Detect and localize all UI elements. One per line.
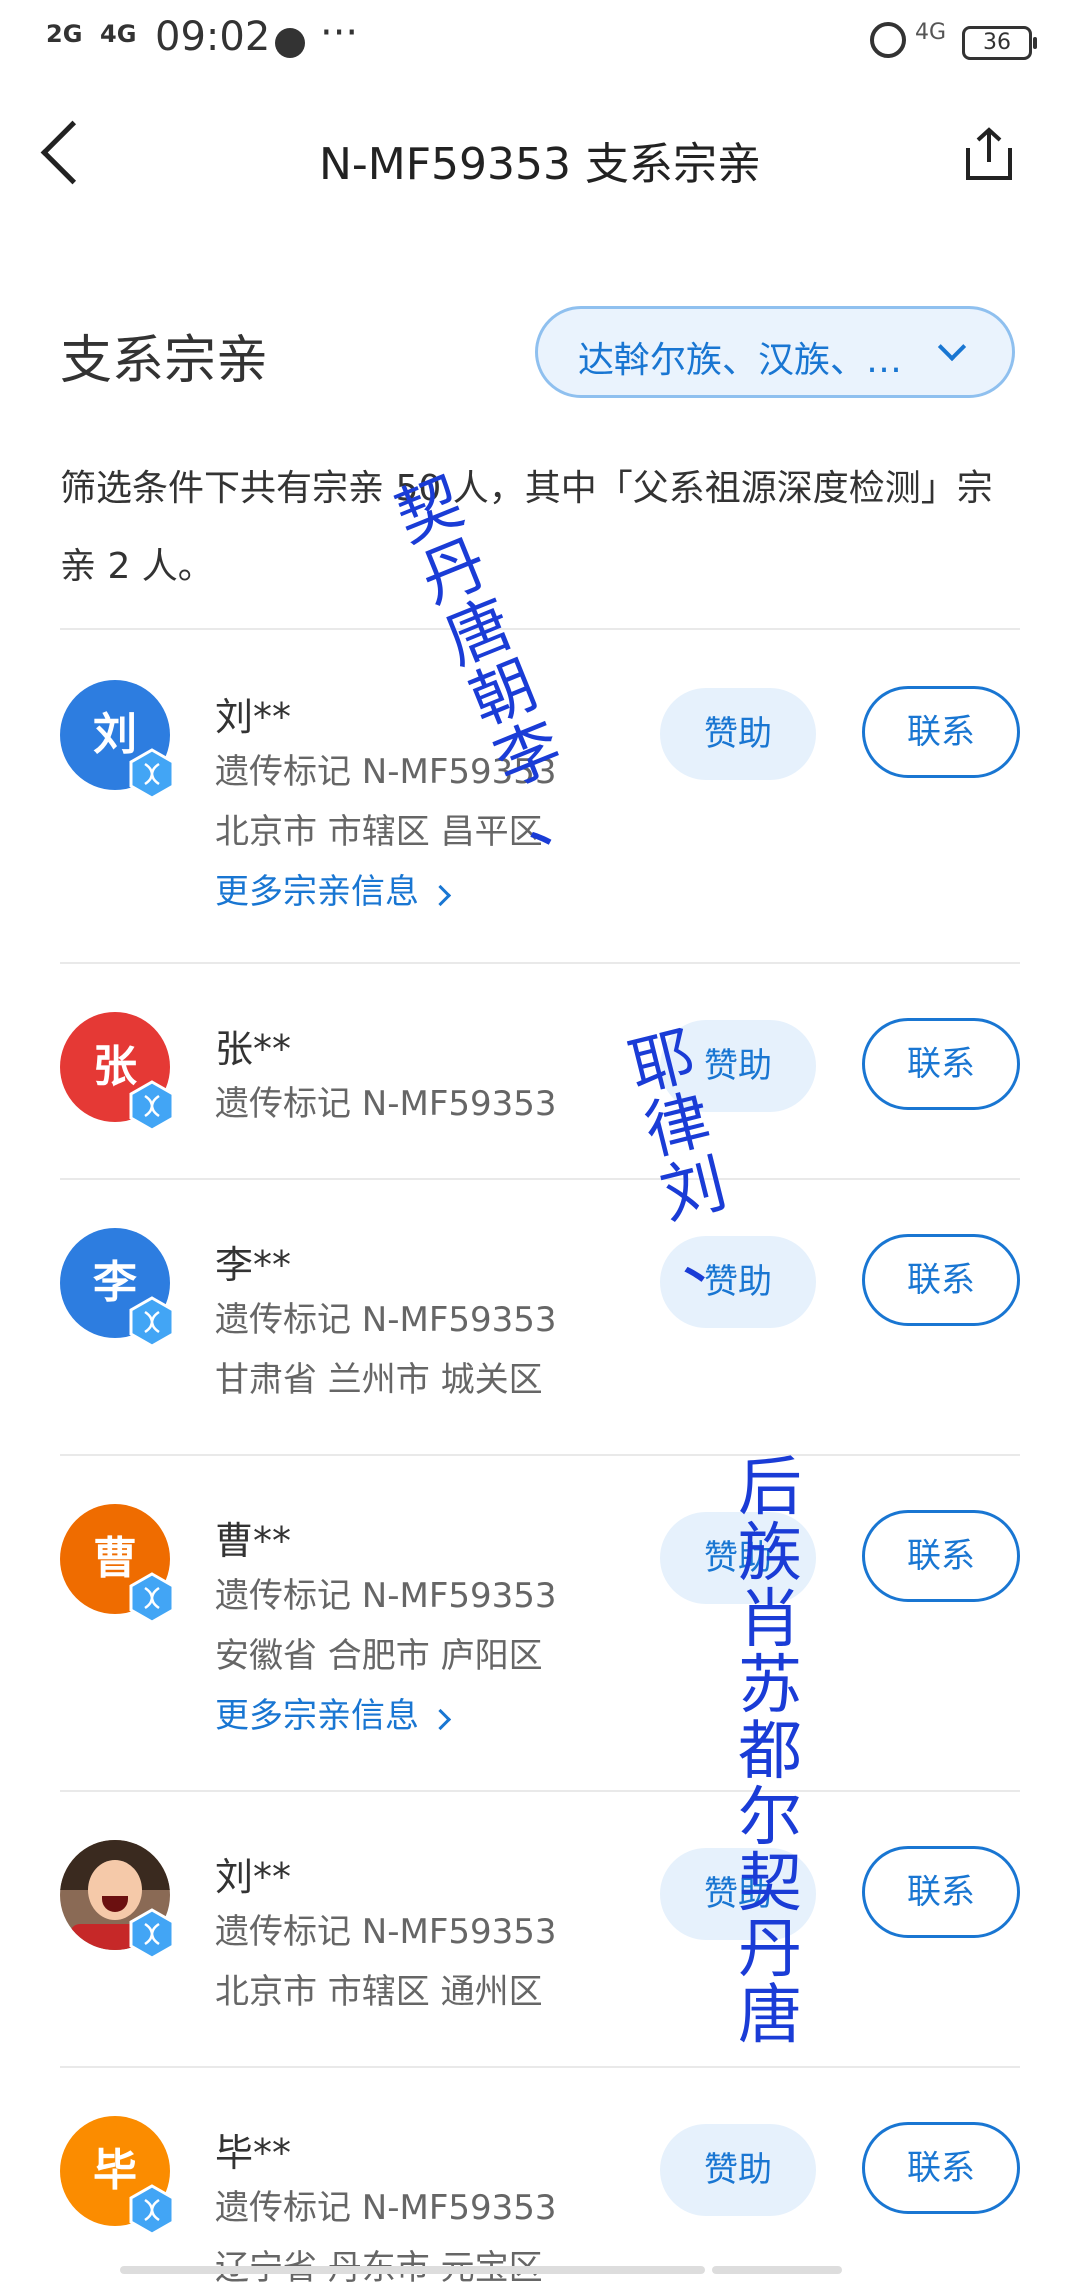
more-info-link[interactable]: 更多宗亲信息 [215, 1688, 452, 1737]
contact-button[interactable]: 联系 [862, 1846, 1020, 1938]
signal-4g-indicator: 4G [100, 20, 137, 48]
divider [60, 1454, 1020, 1456]
watermark-char: 丹 [738, 1913, 802, 1987]
genetic-marker: 遗传标记 N-MF59353 [215, 1576, 557, 1616]
watermark-char: 、 [669, 1210, 750, 1299]
dna-badge-icon [129, 1296, 175, 1348]
chevron-right-icon [429, 1708, 452, 1731]
chevron-down-icon [937, 332, 967, 362]
genetic-marker: 遗传标记 N-MF59353 [215, 1912, 557, 1952]
contact-button[interactable]: 联系 [862, 686, 1020, 778]
location: 辽宁省 丹东市 元宝区 [215, 2240, 543, 2289]
divider [60, 1790, 1020, 1792]
contact-button[interactable]: 联系 [862, 2122, 1020, 2214]
share-icon[interactable] [962, 126, 1016, 182]
fund-button[interactable]: 赞助 [660, 688, 816, 780]
dna-badge-icon [129, 2184, 175, 2236]
relative-name: 刘** [215, 695, 292, 739]
filter-label: 达斡尔族、汉族、… [578, 340, 903, 381]
genetic-marker: 遗传标记 N-MF59353 [215, 2188, 557, 2228]
dna-badge-icon [129, 1908, 175, 1960]
location: 安徽省 合肥市 庐阳区 [215, 1636, 543, 1676]
relative-name: 刘** [215, 1855, 292, 1899]
watermark-line-3: 后族肖苏都尔契丹唐 [730, 1455, 810, 2049]
moon-icon [275, 28, 305, 58]
watermark-char: 契 [738, 1847, 802, 1921]
watermark-char: 尔 [738, 1781, 802, 1855]
watermark-char: 唐 [738, 1979, 802, 2053]
ethnicity-filter-dropdown[interactable]: 达斡尔族、汉族、… [535, 306, 1015, 398]
more-info-label: 更多宗亲信息 [215, 1696, 419, 1736]
scroll-indicator [712, 2266, 842, 2274]
status-bar: 2G 4G 09:02 ··· 4G 36 [0, 0, 1080, 80]
watermark-char: 肖 [738, 1583, 802, 1657]
page-title: N-MF59353 支系宗亲 [318, 139, 762, 190]
relative-name: 张** [215, 1027, 292, 1071]
location: 北京市 市辖区 昌平区 [215, 812, 543, 852]
genetic-marker: 遗传标记 N-MF59353 [215, 1084, 557, 1124]
section-title: 支系宗亲 [60, 331, 269, 391]
watermark-char: 都 [738, 1715, 802, 1789]
relative-name: 李** [215, 1243, 292, 1287]
nav-header: N-MF59353 支系宗亲 [0, 90, 1080, 220]
divider [60, 2066, 1020, 2068]
dna-badge-icon [129, 1572, 175, 1624]
divider [60, 1178, 1020, 1180]
dna-badge-icon [129, 1080, 175, 1132]
divider [60, 628, 1020, 630]
dna-badge-icon [129, 748, 175, 800]
divider [60, 962, 1020, 964]
status-time: 09:02 [155, 14, 271, 60]
summary-text: 筛选条件下共有宗亲 50 人，其中「父系祖源深度检测」宗亲 2 人。 [60, 468, 993, 587]
more-info-link[interactable]: 更多宗亲信息 [215, 864, 452, 913]
scroll-indicator [120, 2266, 705, 2274]
alarm-icon [870, 22, 906, 58]
contact-button[interactable]: 联系 [862, 1234, 1020, 1326]
signal-2g-indicator: 2G [46, 20, 83, 48]
location: 甘肃省 兰州市 城关区 [215, 1360, 543, 1400]
watermark-char: 后 [738, 1451, 802, 1525]
more-dots-icon: ··· [320, 10, 359, 56]
watermark-char: 苏 [738, 1649, 802, 1723]
location: 北京市 市辖区 通州区 [215, 1972, 543, 2012]
network-indicator: 4G [915, 20, 947, 45]
fund-button[interactable]: 赞助 [660, 2124, 816, 2216]
watermark-char: 族 [738, 1517, 802, 1591]
battery-indicator: 36 [962, 26, 1037, 60]
relative-name: 曹** [215, 1519, 292, 1563]
contact-button[interactable]: 联系 [862, 1510, 1020, 1602]
relative-name: 毕** [215, 2131, 292, 2175]
contact-button[interactable]: 联系 [862, 1018, 1020, 1110]
genetic-marker: 遗传标记 N-MF59353 [215, 1300, 557, 1340]
chevron-right-icon [429, 884, 452, 907]
watermark-text: 后族肖苏都尔契丹唐 [730, 1455, 810, 2049]
more-info-label: 更多宗亲信息 [215, 872, 419, 912]
